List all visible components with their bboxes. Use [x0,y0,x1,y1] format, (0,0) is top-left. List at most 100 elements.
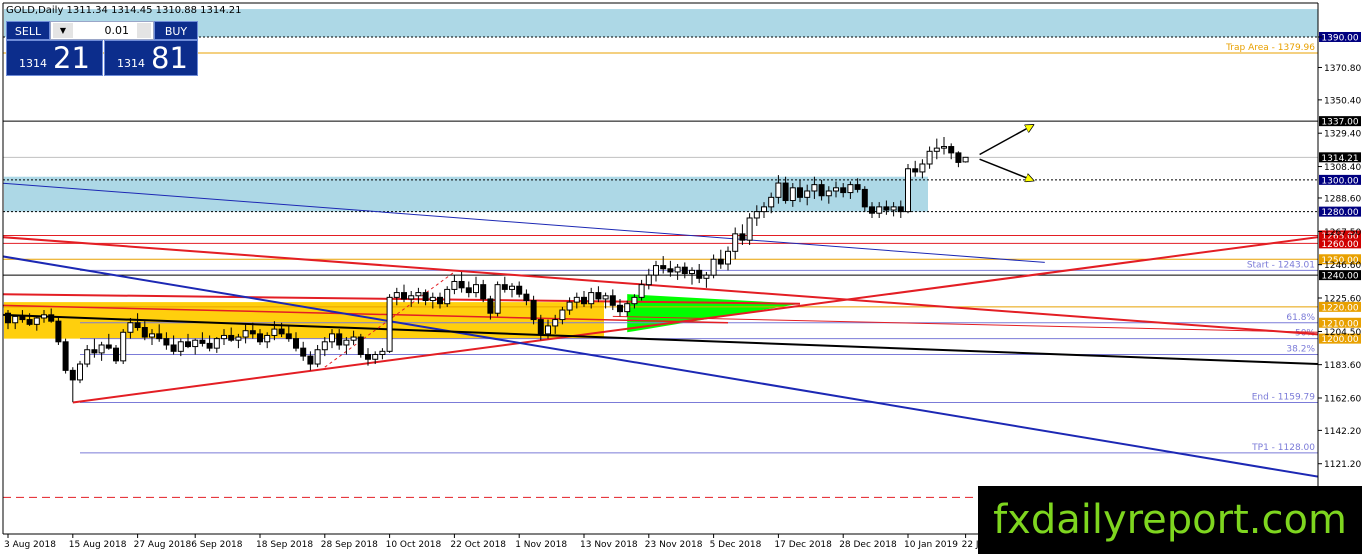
candle-body [703,274,710,279]
candle-body [588,292,595,305]
candle-body [357,336,364,356]
red-curve-line [612,315,1318,333]
price-tag-label: 1300.00 [1321,176,1358,186]
price-tag-label: 1220.00 [1321,303,1358,313]
candle-body [26,319,33,325]
candle-body [127,322,134,333]
buy-button[interactable]: BUY [154,21,198,40]
x-tick-label: 10 Jan 2019 [904,540,958,550]
candle-body [41,314,47,319]
candle-body [523,293,530,302]
candle-body [163,338,170,346]
x-tick-label: 18 Sep 2018 [256,540,313,550]
candle [717,249,724,269]
candle [912,160,919,177]
candle-body [681,266,688,275]
candle-body [631,296,638,305]
candle [120,329,127,365]
candle [674,264,681,280]
candle-body [242,330,249,338]
sell-price-minor: 21 [53,41,90,75]
candle [660,256,667,274]
x-tick-label: 5 Dec 2018 [710,540,762,550]
candle [321,337,328,357]
candle-body [458,280,465,289]
candle-body [465,287,472,294]
sell-price-box[interactable]: 1314 21 [6,40,103,76]
candle-body [833,187,839,192]
candle [689,267,695,285]
candle [98,341,105,361]
candle [653,260,659,282]
x-tick-label: 27 Aug 2018 [134,540,192,550]
x-tick-label: 3 Aug 2018 [4,540,56,550]
candle-body [955,152,962,163]
candle [955,151,962,168]
candle-body [293,338,299,349]
candle-body [206,342,213,349]
candle-body [811,184,818,192]
candle-body [638,284,645,298]
candle [343,337,350,355]
candle-body [141,327,148,338]
level-label: 61.8% [1286,313,1315,323]
candle-body [746,217,753,241]
arrows-layer [979,126,1032,180]
lot-size-input[interactable]: ▼ 0.01 [50,21,154,40]
candle-body [19,315,26,321]
candle-body [5,312,11,324]
candle [509,283,515,298]
buy-price-box[interactable]: 1314 81 [104,40,198,76]
candle-body [933,147,940,152]
x-tick-label: 22 J [962,540,979,550]
candle-body [537,319,544,335]
candle-body [321,341,328,351]
candle-body [573,296,580,303]
candle [746,213,753,245]
candle-body [609,295,616,306]
buy-price-minor: 81 [151,41,188,75]
candle-body [797,187,803,198]
sell-button[interactable]: SELL [6,21,50,40]
candle-body [789,187,796,202]
lot-dropdown-icon[interactable]: ▼ [53,23,73,38]
buy-price-major: 1314 [117,57,145,70]
candle-body [941,146,947,149]
candle-body [192,339,199,348]
y-tick-label: 1162.60 [1324,395,1361,405]
candle-body [595,292,602,300]
candle-body [257,333,263,343]
lot-spinner-icon[interactable] [137,23,151,38]
candle [501,276,508,293]
candle-body [854,184,861,190]
candle-body [372,354,379,360]
candle-body [314,349,321,365]
candle-body [919,163,926,173]
candle-body [329,333,335,343]
candle-body [897,206,904,213]
candle-body [429,296,436,302]
candle-body [393,292,400,298]
candle-body [725,250,731,265]
candle [494,281,501,317]
candle-body [185,341,191,348]
candle-body [487,298,494,314]
candle [962,156,969,163]
candle [300,341,307,361]
candle-body [890,206,897,211]
candle-body [62,341,69,371]
chart-header: GOLD,Daily 1311.34 1314.45 1310.88 1314.… [6,5,242,16]
candle-body [134,322,141,329]
candle [696,264,703,284]
price-chart[interactable]: 1390.00Trap Area - 1379.961337.001314.21… [0,0,1362,554]
candle [710,254,717,279]
candle-body [566,301,573,311]
levels-layer: 1390.00Trap Area - 1379.961337.001314.21… [3,32,1361,498]
candle [941,137,947,155]
candle-body [739,233,746,241]
candle [62,338,69,374]
candle-body [876,206,883,214]
candle-body [861,188,868,208]
candle-body [530,300,537,321]
candle [314,344,321,368]
